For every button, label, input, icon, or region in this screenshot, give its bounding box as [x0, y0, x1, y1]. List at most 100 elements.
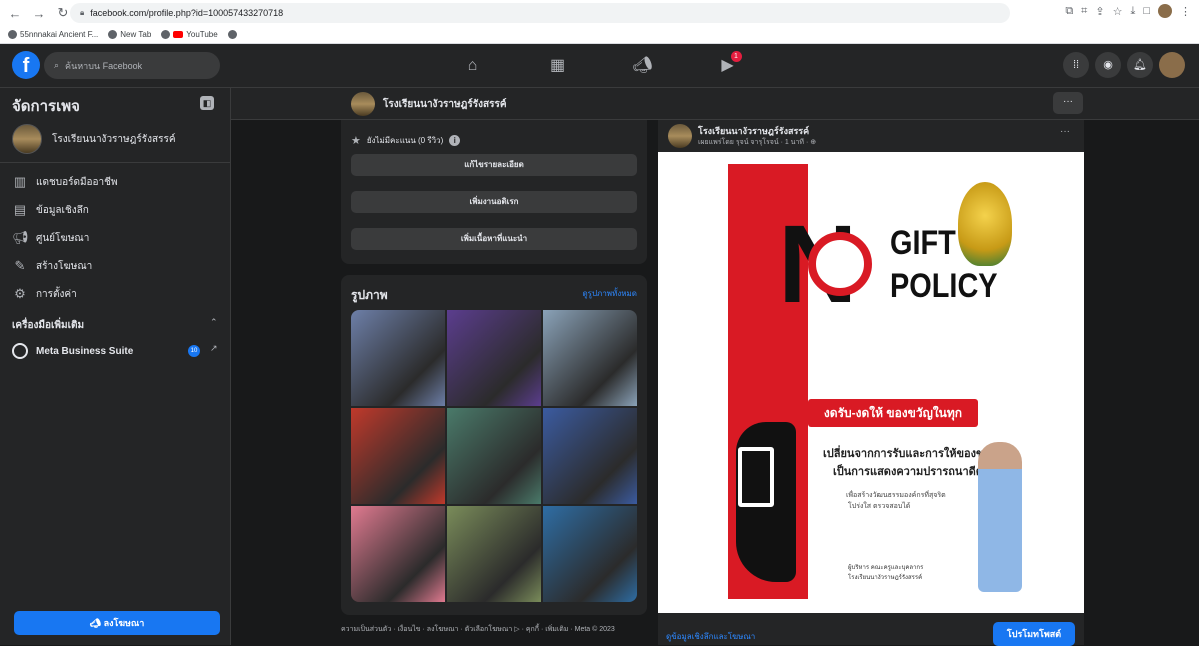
- bookmarks-bar: 55nnnakai Ancient F... New Tab YouTube: [0, 26, 1199, 44]
- menu-grid-icon[interactable]: ⁞⁞: [1063, 52, 1089, 78]
- post-meta: เผยแพร่โดย รุจน์ จารุโรจน์ · 1 นาที · ⊕: [698, 139, 817, 146]
- manage-page-sidebar: จัดการเพจ ◧ โรงเรียนนางัวราษฎร์รังสรรค์ …: [0, 88, 231, 645]
- browser-actions: ⧉ ⌗ ⇪ ☆ ⤓ □ ⋮: [1065, 4, 1191, 18]
- menu-icon[interactable]: ⋮: [1180, 5, 1191, 18]
- intro-card: ★ ยังไม่มีคะแนน (0 รีวิว) i แก้ไขรายละเอ…: [341, 120, 647, 264]
- photo-thumbnail[interactable]: [351, 506, 445, 602]
- share-icon[interactable]: ⇪: [1095, 5, 1104, 18]
- photo-thumbnail[interactable]: [447, 506, 541, 602]
- bookmark-item[interactable]: [227, 30, 237, 39]
- photo-thumbnail[interactable]: [543, 506, 637, 602]
- add-hobbies-button[interactable]: เพิ่มงานอดิเรก: [351, 191, 637, 213]
- search-placeholder: ค้นหาบน Facebook: [65, 60, 143, 71]
- insights-and-ads-link[interactable]: ดูข้อมูลเชิงลึกและโฆษณา: [666, 630, 755, 643]
- youtube-icon: [173, 31, 184, 38]
- info-icon[interactable]: i: [449, 135, 461, 146]
- poster-text: เพื่อสร้างวัฒนธรรมองค์กรที่สุจริต: [846, 492, 946, 499]
- watch-icon[interactable]: ▶ 1: [708, 51, 748, 81]
- collapse-sidebar-icon[interactable]: ◧: [200, 96, 214, 110]
- gear-icon: ⚙: [14, 286, 26, 301]
- globe-icon: [108, 30, 118, 39]
- bookmark-item[interactable]: 55nnnakai Ancient F...: [8, 30, 98, 39]
- bookmark-item[interactable]: New Tab: [108, 30, 151, 39]
- bookmark-star-icon[interactable]: ☆: [1113, 5, 1123, 18]
- globe-icon: [227, 30, 237, 39]
- facebook-topbar: f ⌕ ค้นหาบน Facebook ⌂ ▦ 📣︎ ▶ 1 ⁞⁞ ◉ 🔔︎: [0, 44, 1199, 88]
- address-bar[interactable]: 🔒︎ facebook.com/profile.php?id=100057433…: [70, 3, 1010, 23]
- divider: [0, 162, 231, 163]
- notification-badge: 1: [730, 51, 742, 62]
- footer-links[interactable]: ความเป็นส่วนตัว · เงื่อนไข · ลงโฆษณา · ต…: [341, 624, 615, 635]
- megaphone-icon: 📣︎: [89, 618, 104, 628]
- chevron-up-icon[interactable]: ⌃: [210, 317, 218, 328]
- photos-card: รูปภาพ ดูรูปภาพทั้งหมด: [341, 275, 647, 615]
- account-controls: ⁞⁞ ◉ 🔔︎: [1063, 52, 1185, 78]
- account-avatar[interactable]: [1159, 52, 1185, 78]
- post-card: โรงเรียนนางัวราษฎร์รังสรรค์ เผยแพร่โดย ร…: [658, 120, 1084, 646]
- globe-icon: [8, 30, 17, 39]
- bookmark-item[interactable]: YouTube: [161, 30, 218, 39]
- home-icon[interactable]: ⌂: [453, 51, 493, 81]
- facebook-logo-icon[interactable]: f: [12, 51, 40, 79]
- page-title[interactable]: โรงเรียนนางัวราษฎร์รังสรรค์: [383, 97, 507, 112]
- page-header: โรงเรียนนางัวราษฎร์รังสรรค์ ···: [231, 88, 1199, 120]
- dashboard-icon: ▥: [13, 174, 27, 189]
- sidebar-item-create-ad[interactable]: ✎ สร้างโฆษณา: [12, 258, 93, 274]
- external-link-icon: ↗: [210, 343, 218, 353]
- cast-icon[interactable]: ⧉: [1065, 5, 1073, 18]
- search-input[interactable]: ⌕ ค้นหาบน Facebook: [44, 52, 220, 79]
- download-icon[interactable]: ⤓: [1130, 5, 1135, 18]
- rating-text: ยังไม่มีคะแนน (0 รีวิว): [366, 136, 444, 145]
- edit-icon: ✎: [14, 258, 26, 273]
- main-nav: ⌂ ▦ 📣︎ ▶ 1: [430, 44, 770, 88]
- insights-icon: ▤: [13, 202, 27, 217]
- sidebar-item-settings[interactable]: ⚙ การตั้งค่า: [12, 286, 77, 302]
- sidebar-item-dashboard[interactable]: ▥ แดชบอร์ดมืออาชีพ: [12, 174, 118, 190]
- sidebar-item-meta-business-suite[interactable]: Meta Business Suite: [12, 343, 133, 359]
- meta-icon: [12, 343, 28, 359]
- boost-post-button[interactable]: โปรโมทโพสต์: [993, 622, 1075, 646]
- tab-search-icon[interactable]: □: [1143, 5, 1150, 17]
- sidebar-page-switcher[interactable]: โรงเรียนนางัวราษฎร์รังสรรค์: [12, 124, 176, 154]
- translate-icon[interactable]: ⌗: [1081, 5, 1087, 18]
- back-icon[interactable]: ←: [6, 6, 24, 21]
- meta-badge: 10: [188, 345, 200, 357]
- photo-thumbnail[interactable]: [447, 408, 541, 504]
- photo-thumbnail[interactable]: [543, 310, 637, 406]
- sidebar-item-ad-center[interactable]: 📢︎ ศูนย์โฆษณา: [12, 230, 89, 246]
- more-options-button[interactable]: ···: [1053, 92, 1083, 114]
- page-avatar[interactable]: [351, 92, 375, 116]
- search-icon: ⌕: [54, 60, 60, 70]
- poster-banner: งดรับ-งดให้ ของขวัญในทุกเทศกาล: [808, 399, 978, 448]
- page-avatar: [12, 124, 42, 154]
- director-photo: [978, 442, 1022, 592]
- photo-thumbnail[interactable]: [543, 408, 637, 504]
- photo-thumbnail[interactable]: [351, 310, 445, 406]
- photo-thumbnail[interactable]: [447, 310, 541, 406]
- post-image[interactable]: N GIFT POLICY งดรับ-งดให้ ของขวัญในทุกเท…: [658, 152, 1084, 613]
- messenger-icon[interactable]: ◉: [1095, 52, 1121, 78]
- sidebar-item-insights[interactable]: ▤ ข้อมูลเชิงลึก: [12, 202, 89, 218]
- post-author[interactable]: โรงเรียนนางัวราษฎร์รังสรรค์: [698, 124, 809, 138]
- photo-grid: [351, 310, 637, 602]
- promote-button[interactable]: 📣︎ ลงโฆษณา: [14, 611, 220, 635]
- ads-megaphone-icon[interactable]: 📣︎: [623, 51, 663, 81]
- add-featured-button[interactable]: เพิ่มเนื้อหาที่แนะนำ: [351, 228, 637, 250]
- sidebar-title: จัดการเพจ: [12, 98, 80, 115]
- profile-avatar[interactable]: [1158, 4, 1172, 18]
- school-emblem-icon: [958, 182, 1012, 266]
- photo-thumbnail[interactable]: [351, 408, 445, 504]
- lock-icon: 🔒︎: [80, 8, 85, 17]
- bell-icon[interactable]: 🔔︎: [1127, 52, 1153, 78]
- rating-row: ★ ยังไม่มีคะแนน (0 รีวิว) i: [351, 134, 461, 147]
- post-author-avatar[interactable]: [668, 124, 692, 148]
- see-all-photos-link[interactable]: ดูรูปภาพทั้งหมด: [582, 287, 637, 300]
- post-more-button[interactable]: ···: [1060, 126, 1070, 137]
- star-icon: ★: [351, 135, 361, 147]
- pages-icon[interactable]: ▦: [538, 51, 578, 81]
- more-tools-heading[interactable]: เครื่องมือเพิ่มเติม: [12, 318, 84, 333]
- edit-details-button[interactable]: แก้ไขรายละเอียด: [351, 154, 637, 176]
- no-sign-icon: [808, 232, 872, 296]
- poster-signature: โรงเรียนนางัวราษฎร์รังสรรค์: [848, 575, 923, 581]
- forward-icon[interactable]: →: [30, 6, 48, 21]
